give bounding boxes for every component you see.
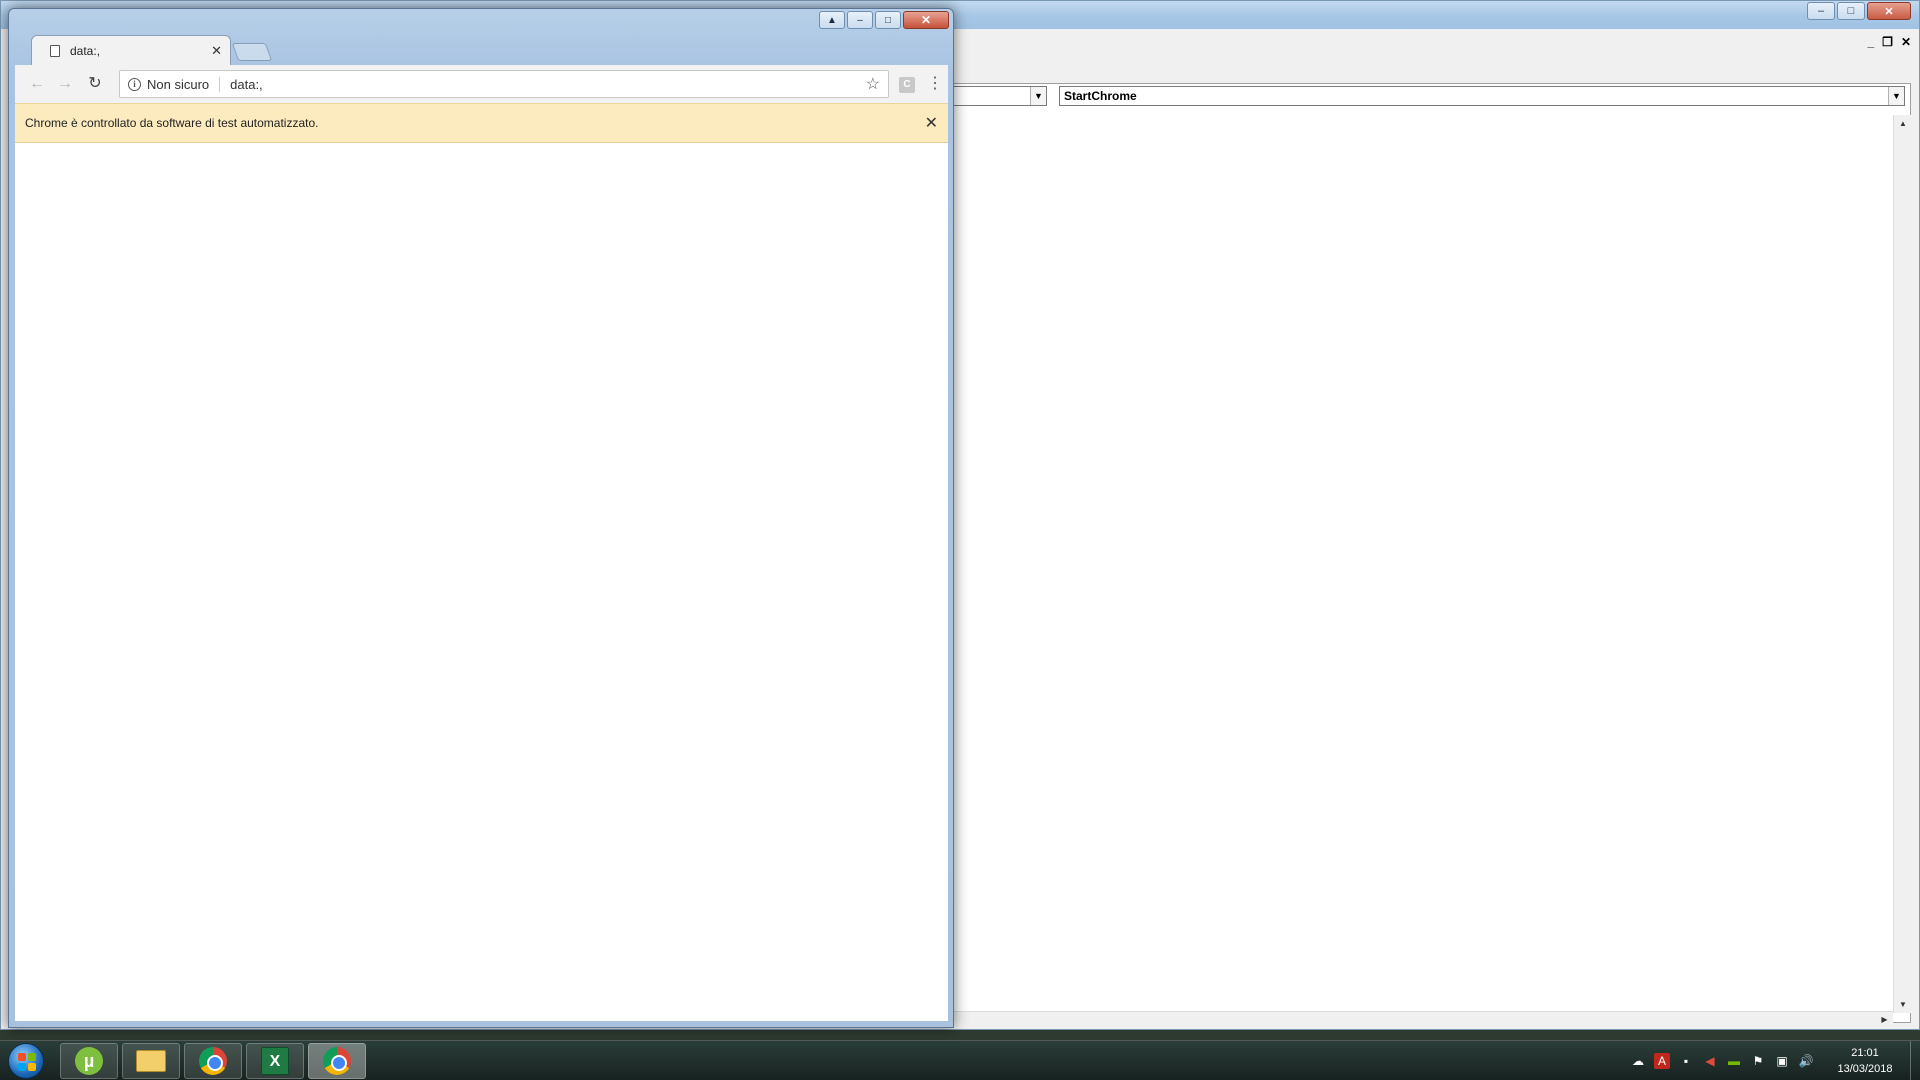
network-activity-icon[interactable]: ▪	[1678, 1053, 1694, 1069]
chevron-down-icon[interactable]: ▼	[1888, 87, 1904, 105]
horizontal-scrollbar[interactable]: ▶	[951, 1011, 1893, 1027]
mdi-minimize-button[interactable]: _	[1867, 35, 1874, 49]
antivirus-icon[interactable]: ◀	[1702, 1053, 1718, 1069]
infobar-close-icon[interactable]: ✕	[925, 113, 938, 133]
vba-maximize-button[interactable]: □	[1837, 2, 1865, 20]
vba-mdi-controls: _ ❐ ✕	[1867, 35, 1911, 49]
procedure-combo[interactable]: StartChrome ▼	[1059, 86, 1905, 106]
chrome-maximize-button[interactable]: □	[875, 11, 901, 29]
flag-icon[interactable]: ⚑	[1750, 1053, 1766, 1069]
vba-minimize-button[interactable]: –	[1807, 2, 1835, 20]
chrome-icon	[323, 1047, 351, 1075]
chrome-close-button[interactable]: ✕	[903, 11, 949, 29]
back-arrow-icon[interactable]: ←	[27, 74, 47, 94]
mdi-restore-button[interactable]: ❐	[1882, 35, 1893, 49]
excel-icon: X	[261, 1047, 289, 1075]
bookmark-star-icon[interactable]: ☆	[866, 74, 880, 94]
page-content[interactable]	[15, 143, 948, 1021]
chrome-window: ▲ – □ ✕ data:, ✕ ← → ↻ i Non sicuro data…	[8, 8, 954, 1028]
address-bar[interactable]: i Non sicuro data:, ☆	[119, 70, 889, 98]
clock[interactable]: 21:01 13/03/2018	[1820, 1045, 1910, 1077]
show-desktop-button[interactable]	[1910, 1041, 1920, 1080]
taskbar-utorrent-button[interactable]: µ	[60, 1043, 118, 1079]
info-icon[interactable]: i	[128, 77, 141, 91]
taskbar-chrome-button[interactable]	[184, 1043, 242, 1079]
clock-time: 21:01	[1851, 1047, 1879, 1059]
chrome-minimize-button[interactable]: –	[847, 11, 873, 29]
browser-tab[interactable]: data:, ✕	[31, 35, 231, 65]
browser-toolbar: ← → ↻ i Non sicuro data:, ☆ C ⋮	[15, 65, 948, 103]
code-pane[interactable]	[951, 83, 1911, 1023]
chrome-title-controls: ▲ – □ ✕	[819, 11, 949, 29]
url-text[interactable]: data:,	[230, 77, 866, 92]
mdi-close-button[interactable]: ✕	[1901, 35, 1911, 49]
tab-title: data:,	[70, 43, 101, 58]
infobar-message: Chrome è controllato da software di test…	[25, 116, 319, 130]
tab-close-icon[interactable]: ✕	[211, 43, 222, 59]
windows-logo-icon	[18, 1053, 36, 1071]
clock-date: 13/03/2018	[1837, 1063, 1893, 1075]
taskbar: µ X ☁ A ▪ ◀ ▬ ⚑ ▣ 🔊 21:01 13/03/2018	[0, 1040, 1920, 1080]
extension-icon[interactable]: C	[899, 77, 915, 93]
acrobat-icon[interactable]: A	[1654, 1053, 1670, 1069]
vertical-scrollbar[interactable]: ▲ ▼	[1893, 115, 1911, 1013]
chevron-down-icon[interactable]: ▼	[1030, 87, 1046, 105]
reload-icon[interactable]: ↻	[85, 74, 105, 94]
cloud-icon[interactable]: ☁	[1630, 1053, 1646, 1069]
system-tray: ☁ A ▪ ◀ ▬ ⚑ ▣ 🔊	[1630, 1053, 1814, 1069]
folder-icon	[136, 1050, 166, 1072]
start-button[interactable]	[8, 1043, 44, 1079]
scroll-up-icon[interactable]: ▲	[1894, 115, 1912, 132]
new-tab-button[interactable]	[231, 43, 273, 61]
procedure-combo-value: StartChrome	[1064, 89, 1137, 103]
nvidia-icon[interactable]: ▬	[1726, 1053, 1742, 1069]
taskbar-chrome-active-button[interactable]	[308, 1043, 366, 1079]
security-label[interactable]: Non sicuro	[147, 76, 221, 92]
volume-icon[interactable]: 🔊	[1798, 1053, 1814, 1069]
profile-button[interactable]: ▲	[819, 11, 845, 29]
scroll-right-icon[interactable]: ▶	[1876, 1012, 1893, 1028]
page-icon	[50, 44, 60, 57]
forward-arrow-icon[interactable]: →	[55, 74, 75, 94]
vba-close-button[interactable]: ✕	[1867, 2, 1911, 20]
scroll-down-icon[interactable]: ▼	[1894, 996, 1912, 1013]
object-combo[interactable]: ▼	[951, 86, 1047, 106]
utorrent-icon: µ	[75, 1047, 103, 1075]
network-icon[interactable]: ▣	[1774, 1053, 1790, 1069]
taskbar-excel-button[interactable]: X	[246, 1043, 304, 1079]
taskbar-explorer-button[interactable]	[122, 1043, 180, 1079]
automation-infobar: Chrome è controllato da software di test…	[15, 103, 948, 143]
menu-icon[interactable]: ⋮	[927, 74, 943, 94]
chrome-icon	[199, 1047, 227, 1075]
